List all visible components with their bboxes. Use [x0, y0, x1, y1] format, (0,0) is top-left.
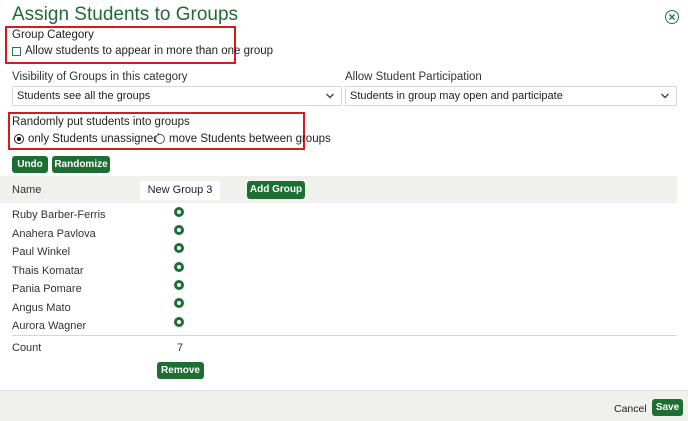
- allow-multiple-row[interactable]: Allow students to appear in more than on…: [12, 45, 273, 57]
- participation-label: Allow Student Participation: [345, 71, 482, 83]
- radio-label: only Students unassigned: [28, 133, 160, 145]
- participation-value: Students in group may open and participa…: [350, 90, 563, 102]
- allow-multiple-checkbox[interactable]: [12, 46, 21, 56]
- student-name: Ruby Barber-Ferris: [12, 209, 106, 221]
- visibility-select[interactable]: Students see all the groups: [12, 86, 342, 106]
- undo-button[interactable]: Undo: [12, 156, 48, 173]
- count-value: 7: [177, 342, 184, 354]
- assigned-radio[interactable]: [174, 243, 184, 253]
- student-name: Aurora Wagner: [12, 320, 87, 332]
- student-name: Angus Mato: [12, 302, 71, 314]
- allow-multiple-label: Allow students to appear in more than on…: [25, 45, 274, 57]
- visibility-label: Visibility of Groups in this category: [12, 71, 188, 83]
- dialog-footer: [0, 390, 688, 421]
- add-group-button[interactable]: Add Group: [247, 181, 305, 199]
- cancel-button[interactable]: Cancel: [614, 403, 647, 415]
- assigned-radio[interactable]: [174, 207, 184, 217]
- radio-label: move Students between groups: [169, 133, 331, 145]
- group-category-label: Group Category: [12, 29, 94, 41]
- divider: [12, 335, 677, 336]
- count-label: Count: [12, 342, 42, 354]
- assigned-radio[interactable]: [174, 262, 184, 272]
- radio-move-between[interactable]: move Students between groups: [155, 133, 331, 145]
- radio-only-unassigned[interactable]: only Students unassigned: [14, 133, 160, 145]
- assigned-radio[interactable]: [174, 298, 184, 308]
- close-icon[interactable]: [665, 10, 679, 24]
- assigned-radio[interactable]: [174, 280, 184, 290]
- student-name: Paul Winkel: [12, 246, 71, 258]
- student-name: Thais Komatar: [12, 265, 84, 277]
- chevron-down-icon: [326, 93, 334, 99]
- save-button[interactable]: Save: [652, 399, 683, 416]
- student-name: Anahera Pavlova: [12, 228, 96, 240]
- name-column-header: Name: [12, 184, 42, 196]
- randomize-label: Randomly put students into groups: [12, 116, 190, 128]
- participation-select[interactable]: Students in group may open and participa…: [345, 86, 677, 106]
- table-header: [0, 176, 677, 203]
- group-column-header[interactable]: New Group 3: [140, 181, 220, 200]
- visibility-value: Students see all the groups: [17, 90, 151, 102]
- dialog-title: Assign Students to Groups: [12, 4, 239, 25]
- assigned-radio[interactable]: [174, 317, 184, 327]
- student-name: Pania Pomare: [12, 283, 82, 295]
- chevron-down-icon: [661, 93, 669, 99]
- assigned-radio[interactable]: [174, 225, 184, 235]
- radio-button-checked[interactable]: [14, 134, 24, 144]
- radio-button[interactable]: [155, 134, 165, 144]
- randomize-button[interactable]: Randomize: [52, 156, 110, 173]
- remove-group-button[interactable]: Remove: [157, 362, 204, 379]
